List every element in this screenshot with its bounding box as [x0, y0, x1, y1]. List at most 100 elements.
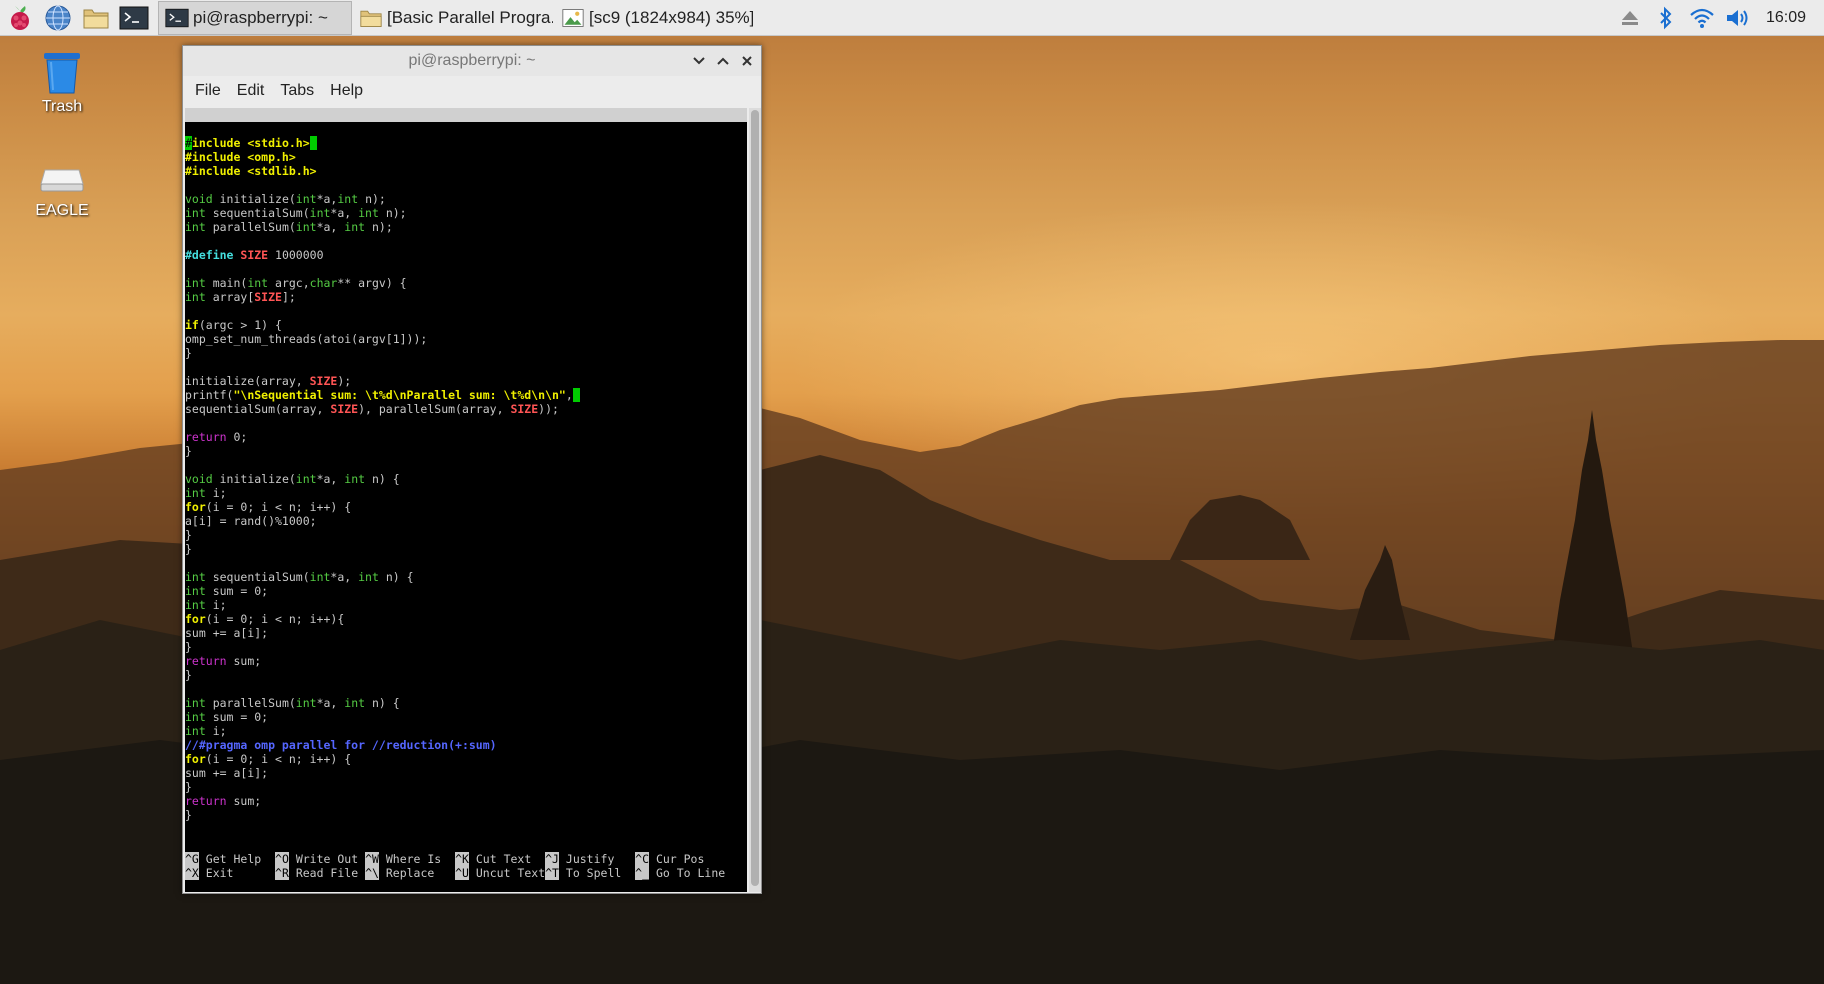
- code-token: int: [185, 220, 206, 234]
- image-viewer-task[interactable]: [sc9 (1824x984) 35%]: [554, 1, 754, 35]
- code-token: char: [309, 276, 338, 290]
- code-token: initialize(array,: [185, 374, 310, 388]
- code-token: int: [185, 486, 206, 500]
- terminal-launcher-icon[interactable]: [116, 1, 152, 35]
- image-icon: [562, 8, 584, 27]
- code-line: #include <stdlib.h>: [185, 164, 747, 178]
- terminal-task[interactable]: pi@raspberrypi: ~: [158, 0, 352, 35]
- minimize-button[interactable]: [689, 51, 709, 71]
- code-token: int: [185, 696, 206, 710]
- shortcut-key: ^O: [275, 852, 289, 866]
- drive-label: EAGLE: [35, 202, 89, 219]
- filemanager-task[interactable]: [Basic Parallel Progra...: [352, 1, 554, 35]
- code-token: int: [295, 472, 317, 486]
- code-token: n) {: [378, 570, 414, 584]
- code-line: }: [185, 808, 747, 822]
- chevron-up-icon: [717, 57, 729, 65]
- web-browser-icon[interactable]: [40, 1, 76, 35]
- code-token: int: [309, 570, 331, 584]
- code-token: }: [185, 780, 192, 794]
- code-token: }: [185, 346, 192, 360]
- code-editor[interactable]: #include <stdio.h> #include <omp.h>#incl…: [185, 136, 747, 822]
- code-token: ** argv) {: [337, 276, 407, 290]
- nano-filename: reduction.c: [437, 136, 514, 150]
- code-token: parallelSum(: [205, 220, 296, 234]
- code-token: n) {: [365, 472, 400, 486]
- code-token: SIZE: [309, 374, 338, 388]
- bluetooth-icon[interactable]: [1648, 1, 1684, 35]
- menu-edit[interactable]: Edit: [229, 82, 273, 100]
- code-token: void: [185, 472, 213, 486]
- code-token: SIZE: [254, 290, 282, 304]
- menu-file[interactable]: File: [187, 82, 229, 100]
- code-token: }: [185, 542, 192, 556]
- code-token: int: [185, 276, 206, 290]
- code-line: int array[SIZE];: [185, 290, 747, 304]
- shortcut-row: ^G Get Help ^O Write Out ^W Where Is ^K …: [185, 852, 747, 866]
- code-line: }: [185, 542, 747, 556]
- terminal-icon: [165, 8, 189, 27]
- code-token: #include <stdlib.h>: [185, 164, 317, 178]
- scrollbar[interactable]: [749, 108, 761, 892]
- drive-icon: [40, 169, 84, 192]
- trash-desktop-icon[interactable]: Trash: [7, 50, 117, 116]
- code-line: #include <omp.h>: [185, 150, 747, 164]
- shortcut-row: ^X Exit ^R Read File ^\ Replace ^U Uncut…: [185, 866, 747, 880]
- raspberry-menu-icon[interactable]: [2, 1, 38, 35]
- code-token: //#pragma omp parallel for //reduction(+…: [185, 738, 497, 752]
- code-line: }: [185, 444, 747, 458]
- code-line: int i;: [185, 724, 747, 738]
- code-token: return: [185, 794, 227, 808]
- code-token: int: [185, 724, 206, 738]
- wifi-icon[interactable]: [1684, 1, 1720, 35]
- nano-shortcuts: ^G Get Help ^O Write Out ^W Where Is ^K …: [185, 852, 747, 880]
- window-titlebar[interactable]: pi@raspberrypi: ~: [183, 46, 761, 76]
- terminal-area[interactable]: GNU nano 3.2 reduction.c #include <stdio…: [185, 108, 747, 892]
- code-line: printf("\nSequential sum: \t%d\nParallel…: [185, 388, 747, 402]
- code-token: int: [344, 472, 366, 486]
- volume-icon[interactable]: [1720, 1, 1756, 35]
- menu-help[interactable]: Help: [322, 82, 371, 100]
- code-token: int: [185, 570, 206, 584]
- nano-header: GNU nano 3.2 reduction.c: [185, 108, 747, 150]
- menu-tabs[interactable]: Tabs: [272, 82, 322, 100]
- code-line: return 0;: [185, 430, 747, 444]
- file-manager-icon[interactable]: [78, 1, 114, 35]
- code-token: ];: [281, 290, 296, 304]
- code-token: int: [185, 710, 206, 724]
- code-token: omp_set_num_threads(atoi(argv[1]));: [185, 332, 428, 346]
- eagle-drive-icon[interactable]: EAGLE: [7, 164, 117, 220]
- code-token: main(: [205, 276, 248, 290]
- code-token: }: [185, 640, 192, 654]
- code-token: int: [185, 206, 206, 220]
- code-token: i;: [205, 486, 227, 500]
- shortcut-key: ^_: [635, 866, 650, 880]
- code-line: omp_set_num_threads(atoi(argv[1]));: [185, 332, 747, 346]
- code-token: }: [185, 668, 192, 682]
- code-line: void initialize(int*a,int n);: [185, 192, 747, 206]
- close-icon: [742, 56, 752, 66]
- shortcut-label: Uncut Text: [468, 866, 546, 880]
- code-token: int: [344, 220, 366, 234]
- code-token: n);: [365, 220, 393, 234]
- code-token: ), parallelSum(array,: [358, 402, 511, 416]
- code-token: int: [309, 206, 331, 220]
- shortcut-label: Replace: [378, 866, 456, 880]
- scrollbar-thumb[interactable]: [751, 110, 759, 886]
- code-token: sequentialSum(: [205, 570, 310, 584]
- code-token: SIZE: [330, 402, 359, 416]
- code-token: n);: [358, 192, 386, 206]
- taskbar: pi@raspberrypi: ~ [Basic Parallel Progra…: [0, 0, 1824, 36]
- code-token: sum = 0;: [205, 584, 269, 598]
- eject-icon[interactable]: [1612, 1, 1648, 35]
- maximize-button[interactable]: [713, 51, 733, 71]
- clock[interactable]: 16:09: [1756, 9, 1824, 27]
- code-line: }: [185, 346, 747, 360]
- close-button[interactable]: [737, 51, 757, 71]
- code-token: sum += a[i];: [185, 766, 269, 780]
